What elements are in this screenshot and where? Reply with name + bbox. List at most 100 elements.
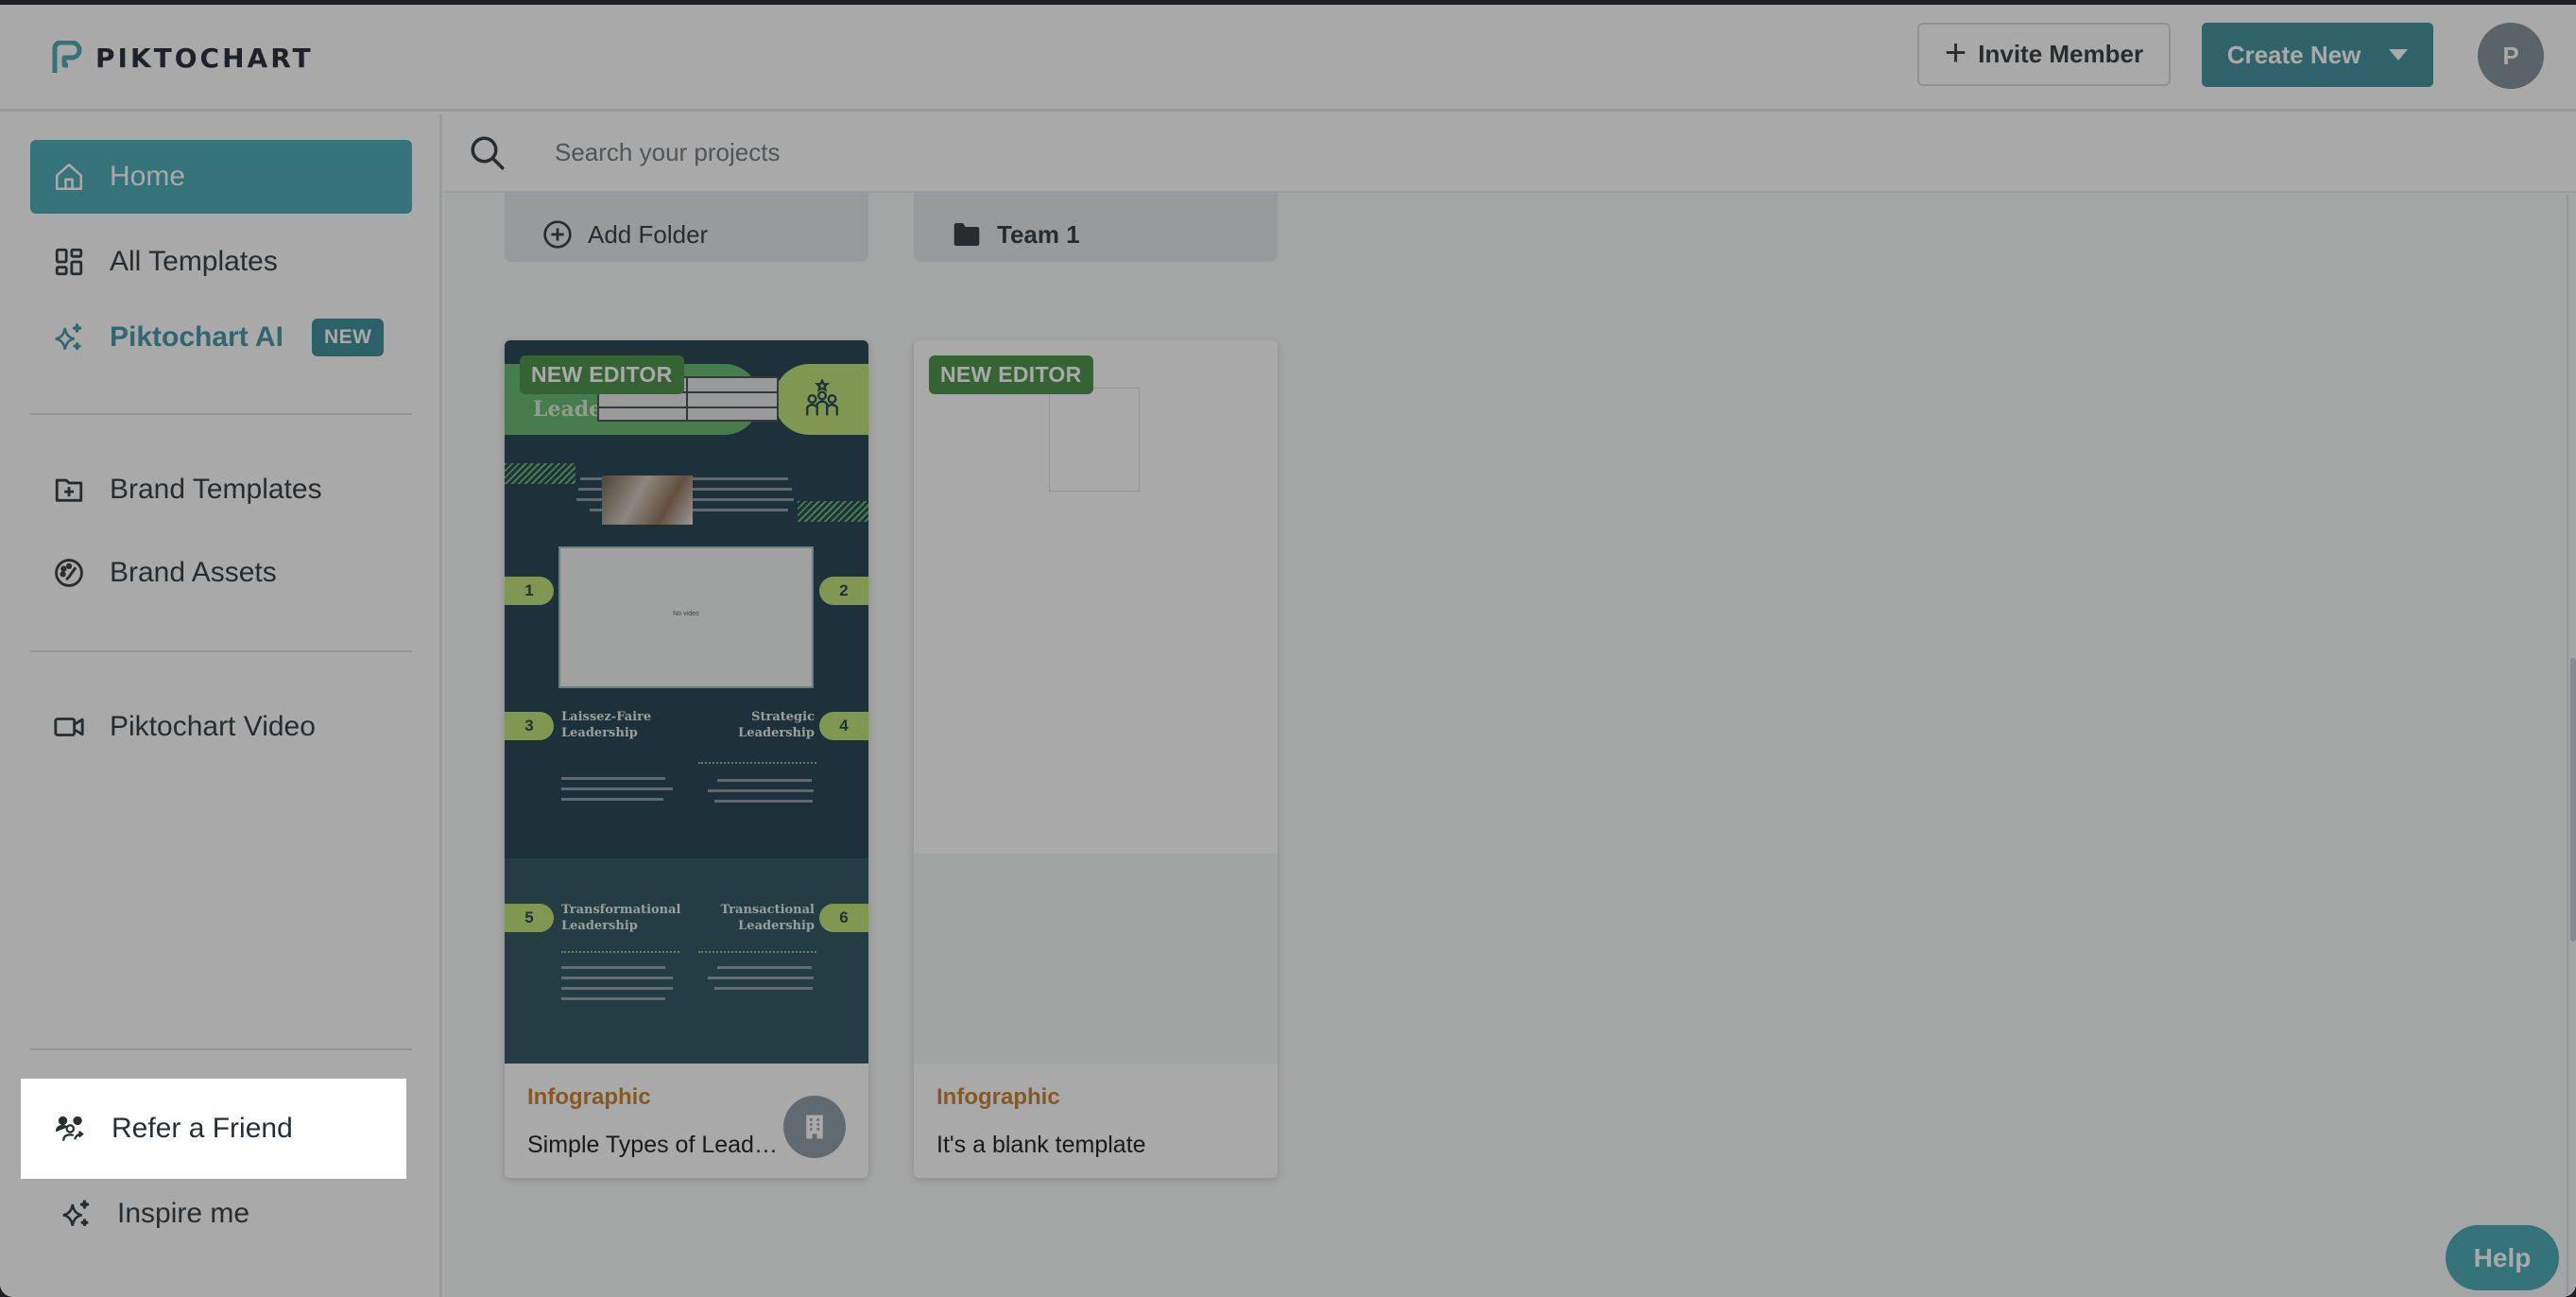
search-bar <box>445 114 2576 193</box>
building-icon <box>806 1115 823 1139</box>
vertical-scrollbar[interactable] <box>2567 195 2576 1297</box>
project-thumbnail: Leader No video 1 2 3 4 Laissez-Faire Le… <box>505 340 868 1064</box>
sidebar-item-home[interactable]: Home <box>30 140 412 214</box>
sidebar-item-piktochart-video[interactable]: Piktochart Video <box>30 690 412 764</box>
preview-hatch <box>798 501 868 522</box>
sparkle-icon <box>62 1200 90 1227</box>
card-footer: Infographic Simple Types of Leadership <box>505 1064 868 1178</box>
brand-name: PIKTOCHART <box>95 42 314 74</box>
sidebar-item-label: Brand Templates <box>110 474 322 505</box>
team-leader-icon <box>806 379 838 416</box>
sidebar-item-label: Inspire me <box>117 1198 250 1229</box>
preview-text-line <box>708 789 814 792</box>
preview-text-line <box>717 966 812 969</box>
folder-label: Team 1 <box>997 219 1080 249</box>
sidebar-item-inspire-me[interactable]: Inspire me <box>30 1177 412 1251</box>
home-icon <box>55 163 83 191</box>
sidebar-item-brand-templates[interactable]: Brand Templates <box>30 453 412 527</box>
preview-text-line <box>717 779 812 782</box>
folder-plus-icon <box>55 478 83 502</box>
preview-text-line <box>561 787 673 790</box>
plus-icon: + <box>1944 31 1967 74</box>
sidebar-divider <box>30 1048 412 1050</box>
preview-video-placeholder: No video <box>558 546 814 688</box>
preview-dotted-line <box>698 951 816 953</box>
project-title: It's a blank template <box>936 1132 1146 1158</box>
help-label: Help <box>2473 1242 2532 1272</box>
project-card[interactable]: NEW EDITOR Infographic It's a blank temp… <box>914 340 1278 1178</box>
sidebar-item-label: All Templates <box>110 246 278 277</box>
sidebar-item-label: Refer a Friend <box>112 1113 293 1144</box>
preview-lower-section <box>505 858 868 1064</box>
section-number: 3 <box>505 712 554 740</box>
preview-text-line <box>561 987 673 990</box>
sidebar-item-all-templates[interactable]: All Templates <box>30 225 412 299</box>
sidebar-divider <box>30 650 412 652</box>
sidebar-item-refer-a-friend[interactable]: Refer a Friend <box>21 1079 406 1179</box>
preview-text-line <box>561 777 665 780</box>
preview-text-line <box>714 800 813 803</box>
no-video-label: No video <box>673 611 699 617</box>
team-owner-badge[interactable] <box>783 1096 846 1158</box>
new-editor-badge: NEW EDITOR <box>520 355 684 394</box>
infographic-preview: Leader No video 1 2 3 4 Laissez-Faire Le… <box>505 340 868 1064</box>
invite-member-label: Invite Member <box>1978 40 2144 68</box>
new-badge: NEW <box>311 319 385 356</box>
blank-page-outline <box>1049 388 1140 492</box>
sidebar-divider <box>30 413 412 415</box>
sidebar-item-brand-assets[interactable]: Brand Assets <box>30 536 412 610</box>
new-editor-badge: NEW EDITOR <box>929 355 1093 394</box>
piktochart-logo[interactable]: PIKTOCHART <box>52 39 314 77</box>
blank-preview <box>914 340 1278 1064</box>
top-header: PIKTOCHART + Invite Member Create New P <box>0 5 2576 112</box>
caret-down-icon <box>2389 49 2409 61</box>
user-avatar[interactable]: P <box>2478 23 2544 89</box>
preview-photo <box>602 476 693 525</box>
project-type: Infographic <box>936 1084 1060 1110</box>
preview-text-line <box>714 987 813 990</box>
sidebar-item-label: Piktochart Video <box>110 711 316 742</box>
section-title: Transformational Leadership <box>561 903 681 933</box>
video-icon <box>54 718 84 736</box>
section-number: 4 <box>819 712 868 740</box>
search-icon <box>471 136 505 169</box>
create-new-label: Create New <box>2226 40 2361 69</box>
section-title: Strategic Leadership <box>738 710 815 740</box>
section-number: 6 <box>819 904 868 932</box>
plus-circle-icon <box>543 220 572 249</box>
piktochart-logo-icon <box>52 41 82 73</box>
section-number: 5 <box>505 904 554 932</box>
create-new-button[interactable]: Create New <box>2202 23 2433 87</box>
section-number: 2 <box>819 577 868 605</box>
sidebar-item-label: Piktochart AI <box>110 321 283 353</box>
preview-text-line <box>561 997 665 1000</box>
project-thumbnail: NEW EDITOR <box>914 340 1278 1064</box>
sidebar-item-label: Brand Assets <box>110 557 277 588</box>
sparkle-icon <box>55 323 82 351</box>
main-content: Add Folder Team 1 Leader <box>445 114 2576 1297</box>
preview-text-line <box>561 977 673 979</box>
help-button[interactable]: Help <box>2446 1225 2559 1290</box>
section-title: Laissez-Faire Leadership <box>561 710 652 740</box>
preview-dotted-line <box>698 762 816 764</box>
card-footer: Infographic It's a blank template <box>914 1064 1278 1178</box>
folder-icon <box>953 223 980 246</box>
search-input[interactable] <box>555 138 2256 167</box>
preview-hatch <box>505 463 575 484</box>
invite-member-button[interactable]: + Invite Member <box>1917 23 2171 86</box>
preview-text-line <box>561 966 665 969</box>
preview-text-line <box>708 977 814 979</box>
preview-text-line <box>561 798 663 801</box>
avatar-initial: P <box>2502 41 2519 70</box>
sidebar-item-label: Home <box>110 161 186 192</box>
sidebar-item-piktochart-ai[interactable]: Piktochart AI NEW <box>30 301 412 374</box>
app-window: PIKTOCHART + Invite Member Create New P … <box>0 5 2576 1297</box>
section-number: 1 <box>505 577 554 605</box>
scrollbar-thumb[interactable] <box>2570 658 2576 942</box>
project-card[interactable]: Leader No video 1 2 3 4 Laissez-Faire Le… <box>505 340 868 1178</box>
preview-lower-section <box>914 854 1278 1064</box>
preview-banner-icon-area <box>774 364 868 435</box>
section-title: Transactional Leadership <box>720 903 815 933</box>
project-title: Simple Types of Leadership <box>527 1132 782 1158</box>
preview-dotted-line <box>561 951 679 953</box>
